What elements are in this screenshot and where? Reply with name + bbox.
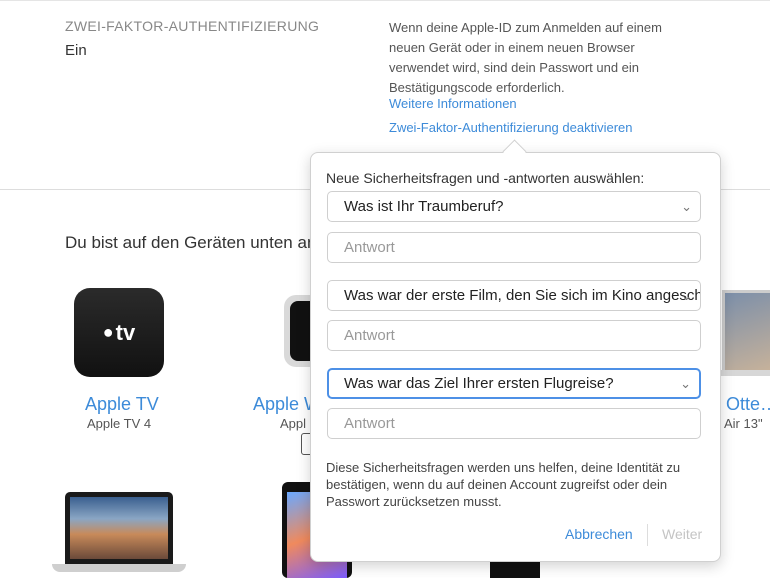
- button-separator: [647, 524, 648, 546]
- macbook-air-base: [716, 370, 770, 376]
- disable-two-factor-link[interactable]: Zwei-Faktor-Authentifizierung deaktivier…: [389, 120, 633, 135]
- device-model-macbook-air: Air 13": [724, 416, 763, 431]
- security-question-2-select[interactable]: Was war der erste Film, den Sie sich im …: [327, 280, 701, 311]
- chevron-down-icon: ⌄: [680, 376, 691, 391]
- security-answer-1-input[interactable]: [327, 232, 701, 263]
- macbook-air-icon[interactable]: [722, 290, 770, 376]
- apple-tv-icon[interactable]: ● tv: [74, 288, 164, 377]
- top-divider: [0, 0, 770, 1]
- macbook-display: [70, 497, 168, 559]
- apple-tv-icon-text: tv: [115, 319, 136, 345]
- two-factor-description: Wenn deine Apple-ID zum Anmelden auf ein…: [389, 20, 662, 95]
- cancel-button[interactable]: Abbrechen: [565, 526, 633, 542]
- more-info-link[interactable]: Weitere Informationen: [389, 96, 517, 111]
- popover-title: Neue Sicherheitsfragen und -antworten au…: [326, 170, 645, 186]
- apple-logo-icon: ●: [102, 322, 114, 342]
- chevron-down-icon: ⌄: [681, 199, 692, 214]
- security-question-3-select[interactable]: Was war das Ziel Ihrer ersten Flugreise?…: [327, 368, 701, 399]
- two-factor-label: ZWEI-FAKTOR-AUTHENTIFIZIERUNG: [65, 18, 320, 34]
- security-questions-help-text: Diese Sicherheitsfragen werden uns helfe…: [326, 460, 681, 509]
- security-question-2-value: Was war der erste Film, den Sie sich im …: [344, 287, 700, 304]
- security-question-1-select[interactable]: Was ist Ihr Traumberuf? ⌄: [327, 191, 701, 222]
- device-name-macbook-air[interactable]: Otte…: [726, 394, 770, 415]
- security-answer-2-input[interactable]: [327, 320, 701, 351]
- device-model-apple-tv: Apple TV 4: [87, 416, 152, 431]
- next-button[interactable]: Weiter: [662, 526, 702, 542]
- devices-heading: Du bist auf den Geräten unten an: [65, 233, 317, 252]
- security-question-1-value: Was ist Ihr Traumberuf?: [344, 198, 504, 215]
- security-answer-3-input[interactable]: [327, 408, 701, 439]
- device-name-apple-tv[interactable]: Apple TV: [85, 394, 159, 415]
- two-factor-status: Ein: [65, 42, 87, 59]
- chevron-down-icon: ⌄: [681, 288, 692, 303]
- device-model-apple-watch: Appl: [280, 416, 307, 431]
- macbook-base: [52, 564, 186, 572]
- security-question-3-value: Was war das Ziel Ihrer ersten Flugreise?: [344, 375, 614, 392]
